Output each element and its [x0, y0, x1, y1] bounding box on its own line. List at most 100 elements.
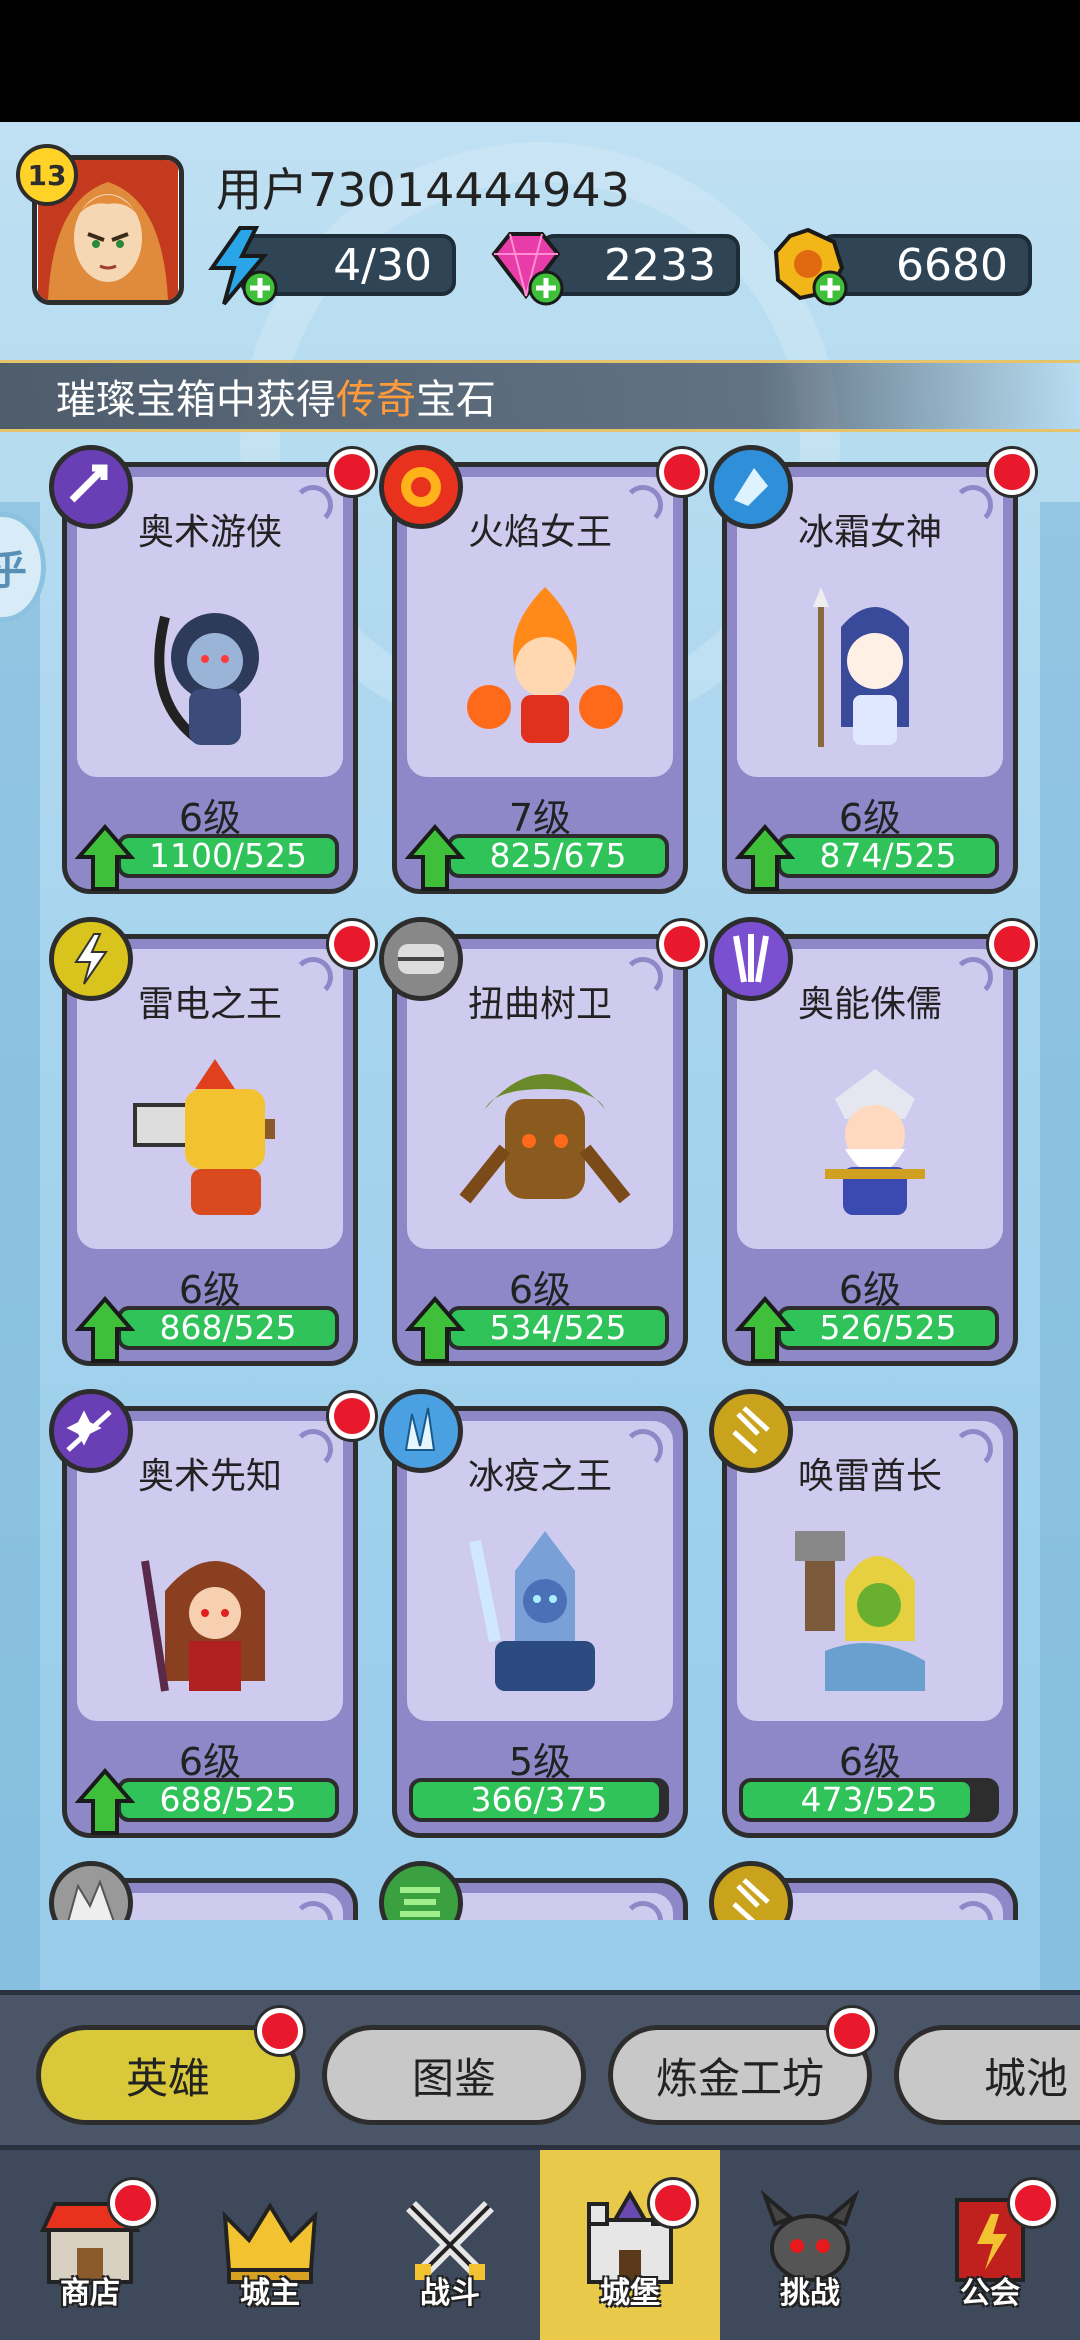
- hero-shard-progress-bar: 534/525: [447, 1306, 669, 1350]
- notification-dot: [650, 2180, 696, 2226]
- gem-pill[interactable]: 2233: [540, 234, 740, 296]
- progress-text: 874/525: [819, 836, 957, 875]
- hero-card[interactable]: 火焰女王 7级 825/675: [379, 445, 705, 894]
- nav-label: 战斗: [420, 2276, 480, 2311]
- hero-element-icon: [709, 1389, 793, 1473]
- upgrade-arrow-icon[interactable]: [405, 823, 465, 893]
- progress-text: 473/525: [800, 1780, 938, 1819]
- hero-shard-progress-bar: 688/525: [117, 1778, 339, 1822]
- progress-text: 534/525: [489, 1308, 627, 1347]
- status-bar: [0, 0, 1080, 122]
- card-corner-ornament: [953, 1901, 993, 1920]
- notification-dot: [329, 1393, 375, 1439]
- progress-text: 688/525: [159, 1780, 297, 1819]
- subtab-label: 英雄: [125, 2053, 210, 2103]
- nav-castle[interactable]: 城堡: [540, 2150, 720, 2340]
- subtab-label: 城池: [983, 2053, 1068, 2103]
- hero-portrait-icon: [154, 613, 259, 745]
- progress-text: 825/675: [489, 836, 627, 875]
- upgrade-arrow-icon[interactable]: [735, 823, 795, 893]
- notification-dot: [329, 449, 375, 495]
- ticker-suffix: 宝石: [416, 377, 496, 423]
- hero-element-icon: [709, 445, 793, 529]
- hero-shard-progress-bar: 868/525: [117, 1306, 339, 1350]
- card-corner-ornament: [293, 1901, 333, 1920]
- nav-guild-banner[interactable]: 公会: [900, 2150, 1080, 2340]
- ticker-highlight: 传奇: [336, 377, 416, 423]
- nav-label: 商店: [60, 2276, 120, 2311]
- hero-portrait-icon: [813, 587, 909, 747]
- nav-shop[interactable]: 商店: [0, 2150, 180, 2340]
- sub-tab-bar: 英雄 图鉴 炼金工坊 城池: [0, 1990, 1080, 2150]
- card-corner-ornament: [623, 1901, 663, 1920]
- hero-shard-progress-bar: 473/525: [739, 1778, 999, 1822]
- subtab-label: 炼金工坊: [655, 2053, 824, 2103]
- subtab-0[interactable]: 英雄: [36, 2008, 303, 2125]
- hero-portrait-icon: [133, 1059, 275, 1215]
- progress-text: 868/525: [159, 1308, 297, 1347]
- hero-card[interactable]: 冰霜女神 6级 874/525: [709, 445, 1035, 894]
- hero-card[interactable]: 奥能侏儒 6级 526/525: [709, 917, 1035, 1366]
- hero-card[interactable]: 山岭巨人: [49, 1861, 358, 1920]
- gold-value: 6680: [896, 239, 1008, 291]
- hero-card[interactable]: 雷电之王 6级 868/525: [49, 917, 375, 1366]
- hero-shard-progress-bar: 1100/525: [117, 834, 339, 878]
- hero-portrait-icon: [795, 1531, 925, 1691]
- notification-dot: [989, 921, 1035, 967]
- hero-element-icon: [49, 445, 133, 529]
- hero-portrait-icon: [825, 1069, 925, 1215]
- hero-shard-progress-bar: 526/525: [777, 1306, 999, 1350]
- hero-card[interactable]: 冰疫之王 5级 366/375: [379, 1389, 688, 1838]
- nav-demon[interactable]: 挑战: [720, 2150, 900, 2340]
- hero-portrait-icon: [459, 1074, 631, 1204]
- hero-element-icon: [379, 1861, 463, 1920]
- notification-dot: [1010, 2180, 1056, 2226]
- nav-crown[interactable]: 城主: [180, 2150, 360, 2340]
- subtab-1[interactable]: 图鉴: [322, 2025, 586, 2125]
- energy-add-icon[interactable]: [200, 224, 284, 308]
- notification-dot: [659, 449, 705, 495]
- hero-shard-progress-bar: 825/675: [447, 834, 669, 878]
- castle-hero-screen: 13 用户73014444943 4/30 2233 6680 璀璨宝箱中获得 …: [0, 122, 1080, 2340]
- progress-text: 366/375: [470, 1780, 608, 1819]
- hero-portrait-icon: [469, 1531, 595, 1691]
- gem-add-icon[interactable]: [484, 224, 568, 308]
- nav-label: 城主: [240, 2276, 300, 2311]
- upgrade-arrow-icon[interactable]: [75, 1767, 135, 1837]
- hero-card[interactable]: 奥术先知 6级 688/525: [49, 1389, 375, 1838]
- notification-dot: [329, 921, 375, 967]
- upgrade-arrow-icon[interactable]: [75, 1295, 135, 1365]
- subtab-2[interactable]: 炼金工坊: [608, 2008, 875, 2125]
- progress-text: 1100/525: [148, 836, 308, 875]
- bottom-nav: 商店 城主 战斗 城堡 挑战 公会: [0, 2150, 1080, 2340]
- subtab-3[interactable]: 城池: [894, 2025, 1080, 2125]
- hero-shard-progress-bar: 366/375: [409, 1778, 669, 1822]
- energy-value: 4/30: [333, 239, 432, 291]
- username: 用户73014444943: [216, 163, 630, 217]
- announcement-ticker: 璀璨宝箱中获得 传奇 宝石: [0, 360, 1080, 432]
- hero-element-icon: [709, 1861, 793, 1920]
- nav-label: 公会: [960, 2276, 1020, 2311]
- hero-shard-progress-bar: 874/525: [777, 834, 999, 878]
- notification-dot: [257, 2008, 303, 2054]
- hero-card[interactable]: 扭曲树卫 6级 534/525: [379, 917, 705, 1366]
- hero-portrait-icon: [467, 587, 623, 743]
- upgrade-arrow-icon[interactable]: [735, 1295, 795, 1365]
- gem-value: 2233: [604, 239, 716, 291]
- hero-card[interactable]: 唤雷酋长 6级 473/525: [709, 1389, 1018, 1838]
- upgrade-arrow-icon[interactable]: [75, 823, 135, 893]
- gold-add-icon[interactable]: [768, 224, 852, 308]
- nav-swords[interactable]: 战斗: [360, 2150, 540, 2340]
- hero-element-icon: [709, 917, 793, 1001]
- notification-dot: [989, 449, 1035, 495]
- upgrade-arrow-icon[interactable]: [405, 1295, 465, 1365]
- hero-card[interactable]: 风暴德鲁伊: [379, 1861, 688, 1920]
- hero-element-icon: [379, 445, 463, 529]
- hero-card[interactable]: 奥术游侠 6级 1100/525: [49, 445, 375, 894]
- notification-dot: [110, 2180, 156, 2226]
- progress-text: 526/525: [819, 1308, 957, 1347]
- player-level-badge: 13: [16, 144, 78, 206]
- hero-element-icon: [379, 917, 463, 1001]
- hero-card[interactable]: 雷电行者: [709, 1861, 1018, 1920]
- hero-element-icon: [379, 1389, 463, 1473]
